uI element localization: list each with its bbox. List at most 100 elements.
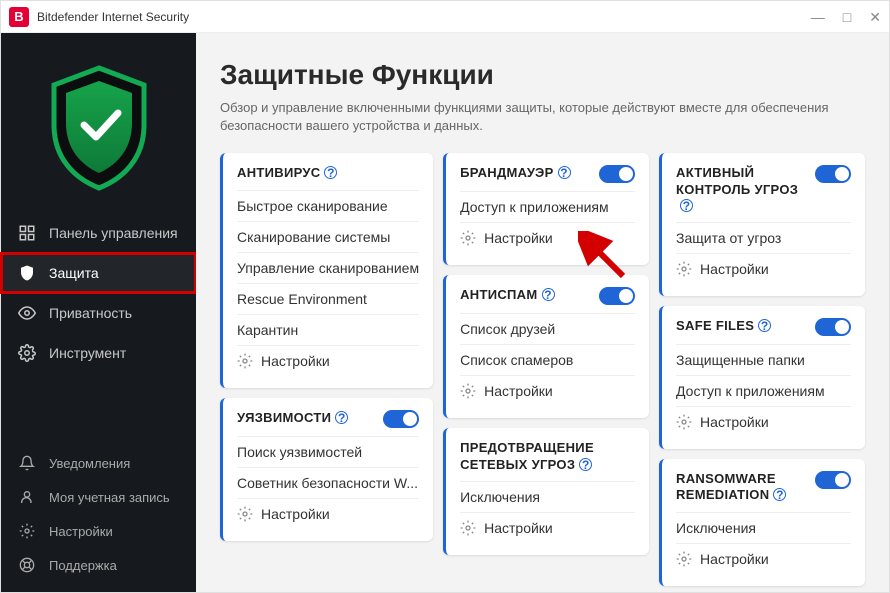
- card-title: SAFE FILES?: [676, 318, 771, 334]
- card-antivirus: АНТИВИРУС? Быстрое сканирование Сканиров…: [220, 153, 433, 387]
- bell-icon: [17, 453, 37, 473]
- card-row-app-access[interactable]: Доступ к приложениям: [460, 191, 635, 222]
- maximize-button[interactable]: □: [843, 10, 851, 24]
- card-row-settings[interactable]: Настройки: [676, 543, 851, 574]
- sidebar-item-label: Панель управления: [49, 225, 178, 241]
- help-icon[interactable]: ?: [558, 166, 571, 179]
- gear-icon: [460, 520, 476, 536]
- sidebar-item-label: Защита: [49, 265, 99, 281]
- gear-icon: [460, 230, 476, 246]
- card-title: БРАНДМАУЭР?: [460, 165, 570, 181]
- card-row-spammers[interactable]: Список спамеров: [460, 344, 635, 375]
- card-row-settings[interactable]: Настройки: [460, 375, 635, 406]
- card-firewall: БРАНДМАУЭР? Доступ к приложениям Настрой…: [443, 153, 649, 265]
- gear-icon: [17, 521, 37, 541]
- card-row-rescue[interactable]: Rescue Environment: [237, 283, 419, 314]
- page-title: Защитные Функции: [220, 59, 865, 91]
- card-row-exceptions[interactable]: Исключения: [460, 481, 635, 512]
- help-icon[interactable]: ?: [324, 166, 337, 179]
- help-icon[interactable]: ?: [758, 319, 771, 332]
- sidebar-item-privacy[interactable]: Приватность: [1, 293, 196, 333]
- card-row-settings[interactable]: Настройки: [676, 253, 851, 284]
- gear-icon: [237, 353, 253, 369]
- help-icon[interactable]: ?: [542, 288, 555, 301]
- card-row-scan-vuln[interactable]: Поиск уязвимостей: [237, 436, 419, 467]
- sidebar-item-label: Уведомления: [49, 456, 130, 471]
- card-network-threat: ПРЕДОТВРАЩЕНИЕ СЕТЕВЫХ УГРОЗ? Исключения…: [443, 428, 649, 555]
- sidebar-item-label: Поддержка: [49, 558, 117, 573]
- card-title: ПРЕДОТВРАЩЕНИЕ СЕТЕВЫХ УГРОЗ?: [460, 440, 635, 473]
- page-description: Обзор и управление включенными функциями…: [220, 99, 860, 135]
- card-title: АНТИСПАМ?: [460, 287, 554, 303]
- sidebar-item-label: Приватность: [49, 305, 132, 321]
- toggle-switch[interactable]: [815, 318, 851, 336]
- toggle-switch[interactable]: [383, 410, 419, 428]
- sidebar-item-support[interactable]: Поддержка: [1, 548, 196, 582]
- card-title: УЯЗВИМОСТИ?: [237, 410, 348, 426]
- gear-icon: [676, 414, 692, 430]
- user-icon: [17, 487, 37, 507]
- sidebar-item-settings[interactable]: Настройки: [1, 514, 196, 548]
- cards-grid: АНТИВИРУС? Быстрое сканирование Сканиров…: [220, 153, 865, 585]
- sidebar-item-tools[interactable]: Инструмент: [1, 333, 196, 373]
- eye-icon: [17, 303, 37, 323]
- card-row-wifi-advisor[interactable]: Советник безопасности W...: [237, 467, 419, 498]
- card-row-quarantine[interactable]: Карантин: [237, 314, 419, 345]
- card-row-friends[interactable]: Список друзей: [460, 313, 635, 344]
- sidebar: Панель управления Защита Приватность Инс…: [1, 33, 196, 592]
- card-title: АКТИВНЫЙ КОНТРОЛЬ УГРОЗ?: [676, 165, 809, 214]
- dashboard-icon: [17, 223, 37, 243]
- card-row-app-access[interactable]: Доступ к приложениям: [676, 375, 851, 406]
- app-window: B Bitdefender Internet Security — □ ✕ Па…: [0, 0, 890, 593]
- app-logo-icon: B: [9, 7, 29, 27]
- gear-icon: [676, 551, 692, 567]
- content-area: Защитные Функции Обзор и управление вклю…: [196, 33, 889, 592]
- gear-icon: [460, 383, 476, 399]
- toggle-switch[interactable]: [815, 471, 851, 489]
- card-safe-files: SAFE FILES? Защищенные папки Доступ к пр…: [659, 306, 865, 449]
- sidebar-nav-main: Панель управления Защита Приватность Инс…: [1, 213, 196, 373]
- card-vulnerabilities: УЯЗВИМОСТИ? Поиск уязвимостей Советник б…: [220, 398, 433, 541]
- minimize-button[interactable]: —: [811, 10, 825, 24]
- sidebar-item-notifications[interactable]: Уведомления: [1, 446, 196, 480]
- card-title: RANSOMWARE REMEDIATION?: [676, 471, 809, 504]
- card-row-system-scan[interactable]: Сканирование системы: [237, 221, 419, 252]
- card-row-exceptions[interactable]: Исключения: [676, 512, 851, 543]
- shield-icon: [17, 263, 37, 283]
- card-ransomware: RANSOMWARE REMEDIATION? Исключения Настр…: [659, 459, 865, 586]
- sidebar-hero-shield-icon: [1, 53, 196, 203]
- card-row-settings[interactable]: Настройки: [676, 406, 851, 437]
- sidebar-nav-bottom: Уведомления Моя учетная запись Настройки…: [1, 446, 196, 592]
- card-row-threat-defense[interactable]: Защита от угроз: [676, 222, 851, 253]
- card-row-settings[interactable]: Настройки: [237, 345, 419, 376]
- sidebar-item-protection[interactable]: Защита: [1, 253, 196, 293]
- close-button[interactable]: ✕: [869, 10, 881, 24]
- card-row-settings[interactable]: Настройки: [237, 498, 419, 529]
- sidebar-item-label: Инструмент: [49, 345, 126, 361]
- gear-icon: [17, 343, 37, 363]
- app-title: Bitdefender Internet Security: [37, 10, 811, 24]
- lifebuoy-icon: [17, 555, 37, 575]
- sidebar-item-label: Настройки: [49, 524, 113, 539]
- window-controls: — □ ✕: [811, 10, 881, 24]
- card-row-protected-folders[interactable]: Защищенные папки: [676, 344, 851, 375]
- gear-icon: [676, 261, 692, 277]
- toggle-switch[interactable]: [599, 165, 635, 183]
- card-atc: АКТИВНЫЙ КОНТРОЛЬ УГРОЗ? Защита от угроз…: [659, 153, 865, 296]
- help-icon[interactable]: ?: [680, 199, 693, 212]
- titlebar: B Bitdefender Internet Security — □ ✕: [1, 1, 889, 33]
- card-row-quick-scan[interactable]: Быстрое сканирование: [237, 190, 419, 221]
- sidebar-item-account[interactable]: Моя учетная запись: [1, 480, 196, 514]
- sidebar-item-label: Моя учетная запись: [49, 490, 170, 505]
- help-icon[interactable]: ?: [335, 411, 348, 424]
- help-icon[interactable]: ?: [773, 488, 786, 501]
- gear-icon: [237, 506, 253, 522]
- sidebar-item-dashboard[interactable]: Панель управления: [1, 213, 196, 253]
- help-icon[interactable]: ?: [579, 458, 592, 471]
- card-antispam: АНТИСПАМ? Список друзей Список спамеров …: [443, 275, 649, 418]
- card-row-settings[interactable]: Настройки: [460, 222, 635, 253]
- card-row-manage-scan[interactable]: Управление сканированием: [237, 252, 419, 283]
- toggle-switch[interactable]: [599, 287, 635, 305]
- card-row-settings[interactable]: Настройки: [460, 512, 635, 543]
- toggle-switch[interactable]: [815, 165, 851, 183]
